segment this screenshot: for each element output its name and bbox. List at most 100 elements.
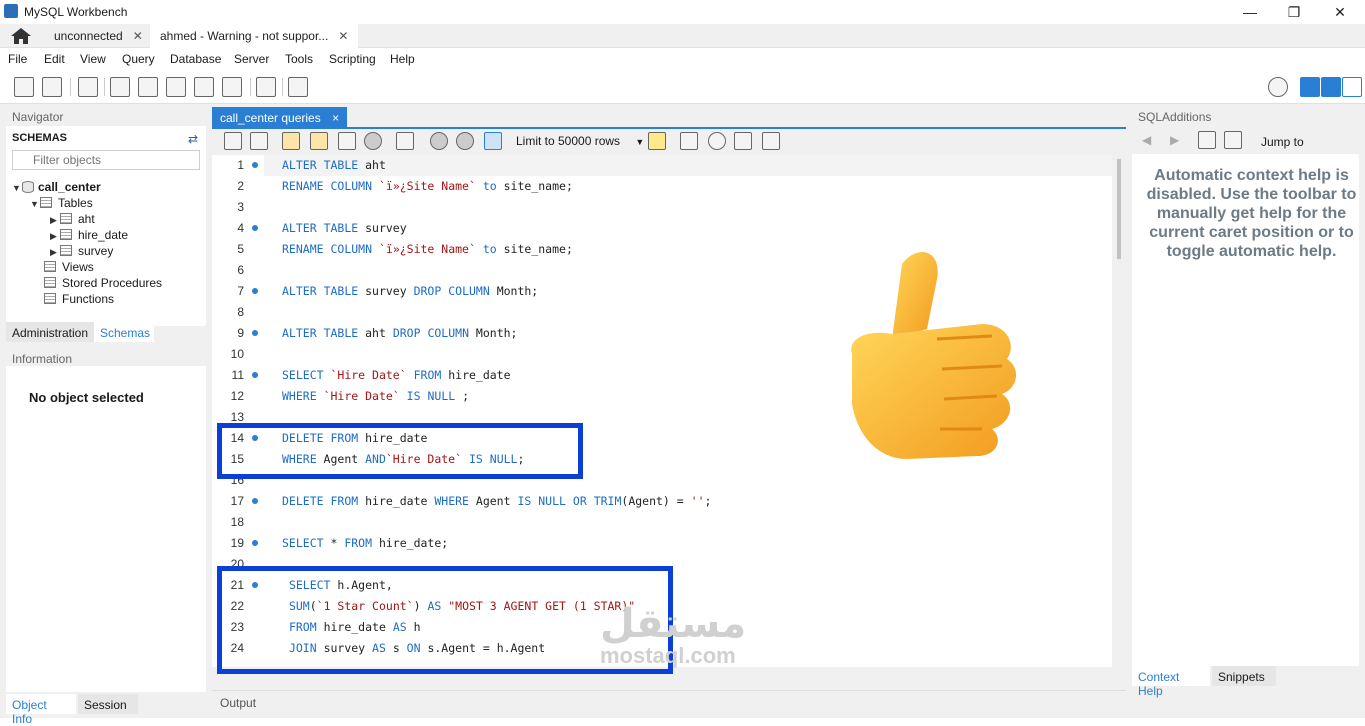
execute-current-icon[interactable] [310,132,328,150]
menu-help[interactable]: Help [390,52,415,66]
beautify-icon[interactable] [680,132,698,150]
minimize-button[interactable]: — [1240,4,1260,20]
toggle-sidebar-icon[interactable] [1300,77,1320,97]
menu-edit[interactable]: Edit [44,52,65,66]
code-line[interactable]: 19 SELECT * FROM hire_date; [212,533,1112,554]
wrap-lines-icon[interactable] [762,132,780,150]
tab-session[interactable]: Session [78,694,138,714]
execute-icon[interactable] [282,132,300,150]
close-icon[interactable]: ✕ [338,29,348,43]
output-panel-bar[interactable]: Output [212,690,1126,714]
menu-query[interactable]: Query [122,52,155,66]
statement-marker-icon [252,288,258,294]
title-bar: MySQL Workbench — ❐ ✕ [0,0,1365,24]
tree-table-survey[interactable]: ▶ survey [50,244,113,260]
search-table-data-icon[interactable] [256,77,276,97]
menu-view[interactable]: View [80,52,106,66]
expand-icon[interactable]: ▼ [30,199,40,209]
menu-file[interactable]: File [8,52,27,66]
code-line[interactable]: 1 ALTER TABLE aht [212,155,1112,176]
collapse-icon[interactable]: ▶ [50,215,60,226]
tree-views[interactable]: Views [44,260,94,276]
close-button[interactable]: ✕ [1330,4,1350,21]
code-line[interactable]: 4 ALTER TABLE survey [212,218,1112,239]
menu-tools[interactable]: Tools [285,52,313,66]
toggle-output-icon[interactable] [1321,77,1341,97]
tree-table-hire-date[interactable]: ▶ hire_date [50,228,128,244]
jump-to-select[interactable]: Jump to [1261,135,1304,149]
reconnect-icon[interactable] [288,77,308,97]
explain-icon[interactable] [338,132,356,150]
close-icon[interactable]: × [332,111,339,125]
create-function-icon[interactable] [222,77,242,97]
tree-tables[interactable]: ▼ Tables [30,196,93,212]
watermark-latin: mostaql.com [600,643,736,668]
autocommit-icon[interactable] [484,132,502,150]
tab-administration[interactable]: Administration [6,322,94,342]
statement-marker-icon [252,498,258,504]
toggle-error-icon[interactable] [396,132,414,150]
statement-marker-icon [252,330,258,336]
settings-gear-icon[interactable] [1268,77,1288,97]
menu-server[interactable]: Server [234,52,269,66]
manual-help-icon[interactable] [1224,131,1242,149]
scrollbar-thumb[interactable] [1117,159,1121,259]
find-icon[interactable] [708,132,726,150]
create-view-icon[interactable] [166,77,186,97]
code-line[interactable]: 18 [212,512,1112,533]
code-line[interactable]: 17 DELETE FROM hire_date WHERE Agent IS N… [212,491,1112,512]
tab-context-help[interactable]: Context Help [1132,666,1210,698]
toggle-secondary-sidebar-icon[interactable] [1342,77,1362,97]
tab-unconnected[interactable]: unconnected ✕ [44,24,153,48]
limit-rows-select[interactable]: Limit to 50000 rows ▼ [516,134,644,148]
folder-icon [40,197,52,208]
toolbar-separator [104,78,105,96]
schema-call-center[interactable]: ▼ call_center [12,180,101,196]
new-sql-tab-icon[interactable] [14,77,34,97]
menu-database[interactable]: Database [170,52,221,66]
maximize-button[interactable]: ❐ [1284,4,1304,21]
add-snippet-star-icon[interactable] [648,132,666,150]
close-icon[interactable]: ✕ [133,29,143,43]
rollback-icon[interactable] [456,132,474,150]
refresh-icon[interactable]: ⇄ [188,132,198,146]
tab-call-center-queries[interactable]: call_center queries × [212,107,348,127]
line-number: 9 [237,326,244,340]
vertical-scrollbar[interactable] [1114,155,1124,667]
information-panel: No object selected [6,366,206,692]
line-number: 6 [237,263,244,277]
code-line[interactable]: 3 [212,197,1112,218]
tab-schemas[interactable]: Schemas [94,322,154,342]
open-sql-script-icon[interactable] [42,77,62,97]
forward-icon[interactable]: ▶ [1170,133,1179,147]
create-table-icon[interactable] [138,77,158,97]
tab-object-info[interactable]: Object Info [6,694,76,726]
tab-snippets[interactable]: Snippets [1212,666,1276,686]
toggle-auto-help-icon[interactable] [1198,131,1216,149]
create-schema-icon[interactable] [110,77,130,97]
home-icon[interactable] [10,27,32,45]
menu-scripting[interactable]: Scripting [329,52,376,66]
sql-additions-header: SQLAdditions [1132,106,1359,126]
back-icon[interactable]: ◀ [1142,133,1151,147]
open-folder-icon[interactable] [224,132,242,150]
expand-icon[interactable]: ▼ [12,183,22,193]
schemas-label: SCHEMAS [12,132,68,144]
stop-icon[interactable] [364,132,382,150]
tree-table-aht[interactable]: ▶ aht [50,212,95,228]
invisible-chars-icon[interactable] [734,132,752,150]
tree-functions[interactable]: Functions [44,292,114,308]
save-icon[interactable] [250,132,268,150]
inspector-icon[interactable] [78,77,98,97]
context-help-text: Automatic context help is disabled. Use … [1146,167,1357,260]
code-line[interactable]: 2 RENAME COLUMN `ï»¿Site Name` to site_na… [212,176,1112,197]
line-number: 2 [237,179,244,193]
tab-ahmed[interactable]: ahmed - Warning - not suppor... ✕ [150,24,359,48]
line-number: 1 [237,158,244,172]
tree-stored-procedures[interactable]: Stored Procedures [44,276,162,292]
commit-icon[interactable] [430,132,448,150]
create-procedure-icon[interactable] [194,77,214,97]
collapse-icon[interactable]: ▶ [50,247,60,258]
filter-objects-input[interactable] [12,150,200,170]
collapse-icon[interactable]: ▶ [50,231,60,242]
